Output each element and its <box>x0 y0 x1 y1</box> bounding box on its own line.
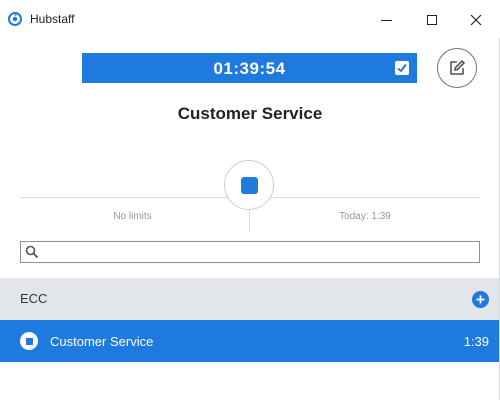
maximize-icon <box>427 15 437 25</box>
plus-icon <box>476 295 485 304</box>
task-time: 1:39 <box>463 334 489 349</box>
today-time-label: Today: 1:39 <box>339 211 391 222</box>
app-title: Hubstaff <box>30 12 75 26</box>
timer-time: 01:39:54 <box>213 59 286 78</box>
stop-icon[interactable] <box>20 332 38 350</box>
close-icon <box>470 14 482 26</box>
task-name: Customer Service <box>50 334 154 349</box>
timer-display: 01:39:54 <box>82 53 417 83</box>
limit-label: No limits <box>113 211 152 222</box>
search-box <box>20 241 480 263</box>
checkbox-icon[interactable] <box>395 61 409 75</box>
hubstaff-logo-icon <box>8 12 22 26</box>
project-header[interactable]: ECC <box>0 278 500 320</box>
maximize-button[interactable] <box>414 8 450 32</box>
divider <box>249 208 250 232</box>
stop-icon <box>240 176 258 194</box>
close-button[interactable] <box>458 8 494 32</box>
edit-note-icon <box>450 59 466 75</box>
project-name: ECC <box>20 291 48 306</box>
minimize-icon <box>380 19 392 21</box>
minimize-button[interactable] <box>368 8 404 32</box>
search-icon <box>25 245 39 259</box>
edit-note-button[interactable] <box>437 48 477 88</box>
task-row[interactable]: Customer Service 1:39 <box>0 320 500 362</box>
stop-timer-button[interactable] <box>224 160 274 210</box>
search-input[interactable] <box>43 243 473 261</box>
title-bar: Hubstaff <box>0 0 500 38</box>
add-task-button[interactable] <box>472 291 489 308</box>
current-task-title: Customer Service <box>177 104 323 123</box>
